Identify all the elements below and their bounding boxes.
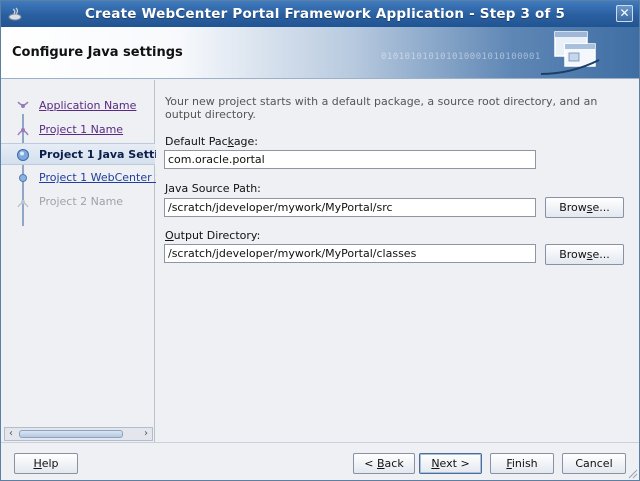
close-window-button[interactable]: ✕ xyxy=(616,5,633,22)
step-label: Project 2 Name xyxy=(39,195,124,208)
visited-step-icon xyxy=(17,101,29,108)
cancel-button[interactable]: Cancel xyxy=(562,453,626,474)
wizard-windows-icon xyxy=(541,31,600,75)
output-directory-label: Output Directory: xyxy=(165,229,261,242)
pending-step-icon xyxy=(19,174,27,182)
wizard-footer: Help < Back Next > Finish Cancel xyxy=(1,442,639,480)
resize-grip-icon[interactable] xyxy=(626,467,638,479)
step-project-1-webcenter-settings[interactable]: Project 1 WebCenter Settings xyxy=(1,168,200,188)
steps-horizontal-scrollbar[interactable]: ‹ › xyxy=(4,427,153,441)
browse-output-directory-button[interactable]: Browse... xyxy=(545,244,624,265)
step-project-1-java-settings[interactable]: Project 1 Java Settings xyxy=(1,143,180,165)
jdeveloper-app-icon[interactable] xyxy=(7,6,23,22)
default-package-input[interactable]: com.oracle.portal xyxy=(164,150,536,169)
step-project-2-name: Project 2 Name xyxy=(1,192,155,212)
current-step-icon xyxy=(17,149,29,161)
default-package-label: Default Package: xyxy=(165,135,259,148)
header-banner: Configure Java settings 0101010101010100… xyxy=(1,27,639,79)
wizard-steps-panel: Application Name Project 1 Name Project … xyxy=(1,80,200,442)
intro-text: Your new project starts with a default p… xyxy=(165,95,598,121)
step-label[interactable]: Application Name xyxy=(39,99,136,112)
wizard-window: Create WebCenter Portal Framework Applic… xyxy=(0,0,640,481)
title-bar: Create WebCenter Portal Framework Applic… xyxy=(1,1,639,27)
output-directory-input[interactable]: /scratch/jdeveloper/mywork/MyPortal/clas… xyxy=(164,244,536,263)
visited-step-icon xyxy=(17,128,29,136)
scroll-right-icon[interactable]: › xyxy=(140,428,152,440)
java-settings-form: Your new project starts with a default p… xyxy=(156,80,639,442)
step-application-name[interactable]: Application Name xyxy=(1,96,155,116)
step-project-1-name[interactable]: Project 1 Name xyxy=(1,120,155,140)
java-source-path-label: Java Source Path: xyxy=(165,182,261,195)
page-title: Configure Java settings xyxy=(12,45,183,60)
scrollbar-thumb[interactable] xyxy=(19,430,123,438)
finish-button[interactable]: Finish xyxy=(490,453,554,474)
scroll-left-icon[interactable]: ‹ xyxy=(5,428,17,440)
browse-source-path-button[interactable]: Browse... xyxy=(545,197,624,218)
java-source-path-input[interactable]: /scratch/jdeveloper/mywork/MyPortal/src xyxy=(164,198,536,217)
disabled-step-icon xyxy=(17,200,29,208)
next-button[interactable]: Next > xyxy=(419,453,482,474)
banner-binary-decoration: 010101010101010001010100001 xyxy=(381,52,541,62)
close-icon: ✕ xyxy=(619,6,630,20)
back-button[interactable]: < Back xyxy=(353,453,415,474)
step-label[interactable]: Project 1 Name xyxy=(39,123,123,136)
help-button[interactable]: Help xyxy=(14,453,78,474)
window-title: Create WebCenter Portal Framework Applic… xyxy=(84,6,566,22)
